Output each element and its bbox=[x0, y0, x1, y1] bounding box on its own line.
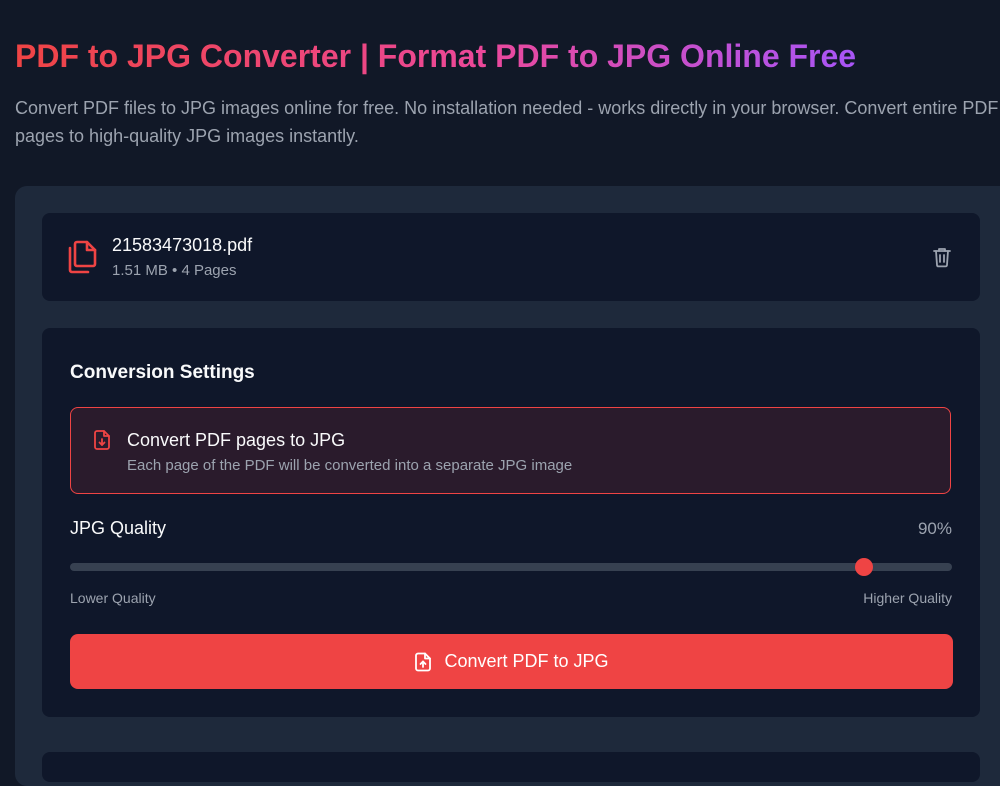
convert-pages-option[interactable]: Convert PDF pages to JPG Each page of th… bbox=[70, 407, 951, 494]
quality-slider-track[interactable] bbox=[70, 558, 952, 576]
copy-files-icon bbox=[64, 239, 98, 275]
file-upload-icon bbox=[414, 652, 432, 672]
slider-max-label: Higher Quality bbox=[863, 590, 952, 606]
file-item-card: 21583473018.pdf 1.51 MB • 4 Pages bbox=[42, 213, 980, 301]
page-title: PDF to JPG Converter | Format PDF to JPG… bbox=[15, 38, 857, 74]
slider-min-label: Lower Quality bbox=[70, 590, 156, 606]
settings-title: Conversion Settings bbox=[70, 362, 255, 383]
convert-button[interactable]: Convert PDF to JPG bbox=[70, 634, 953, 689]
trash-icon bbox=[933, 248, 951, 268]
quality-slider-thumb[interactable] bbox=[854, 558, 873, 576]
option-title: Convert PDF pages to JPG bbox=[127, 430, 346, 450]
quality-label: JPG Quality bbox=[70, 518, 167, 538]
file-name: 21583473018.pdf bbox=[112, 235, 253, 255]
page-description: Convert PDF files to JPG images online f… bbox=[15, 98, 999, 146]
quality-value: 90% bbox=[917, 519, 952, 538]
convert-button-label: Convert PDF to JPG bbox=[444, 651, 609, 671]
delete-file-button[interactable] bbox=[930, 245, 954, 269]
option-description: Each page of the PDF will be converted i… bbox=[127, 457, 573, 474]
file-download-icon bbox=[92, 429, 112, 451]
file-meta: 1.51 MB • 4 Pages bbox=[112, 262, 237, 279]
conversion-settings-card: Conversion Settings Convert PDF pages to… bbox=[42, 328, 980, 717]
